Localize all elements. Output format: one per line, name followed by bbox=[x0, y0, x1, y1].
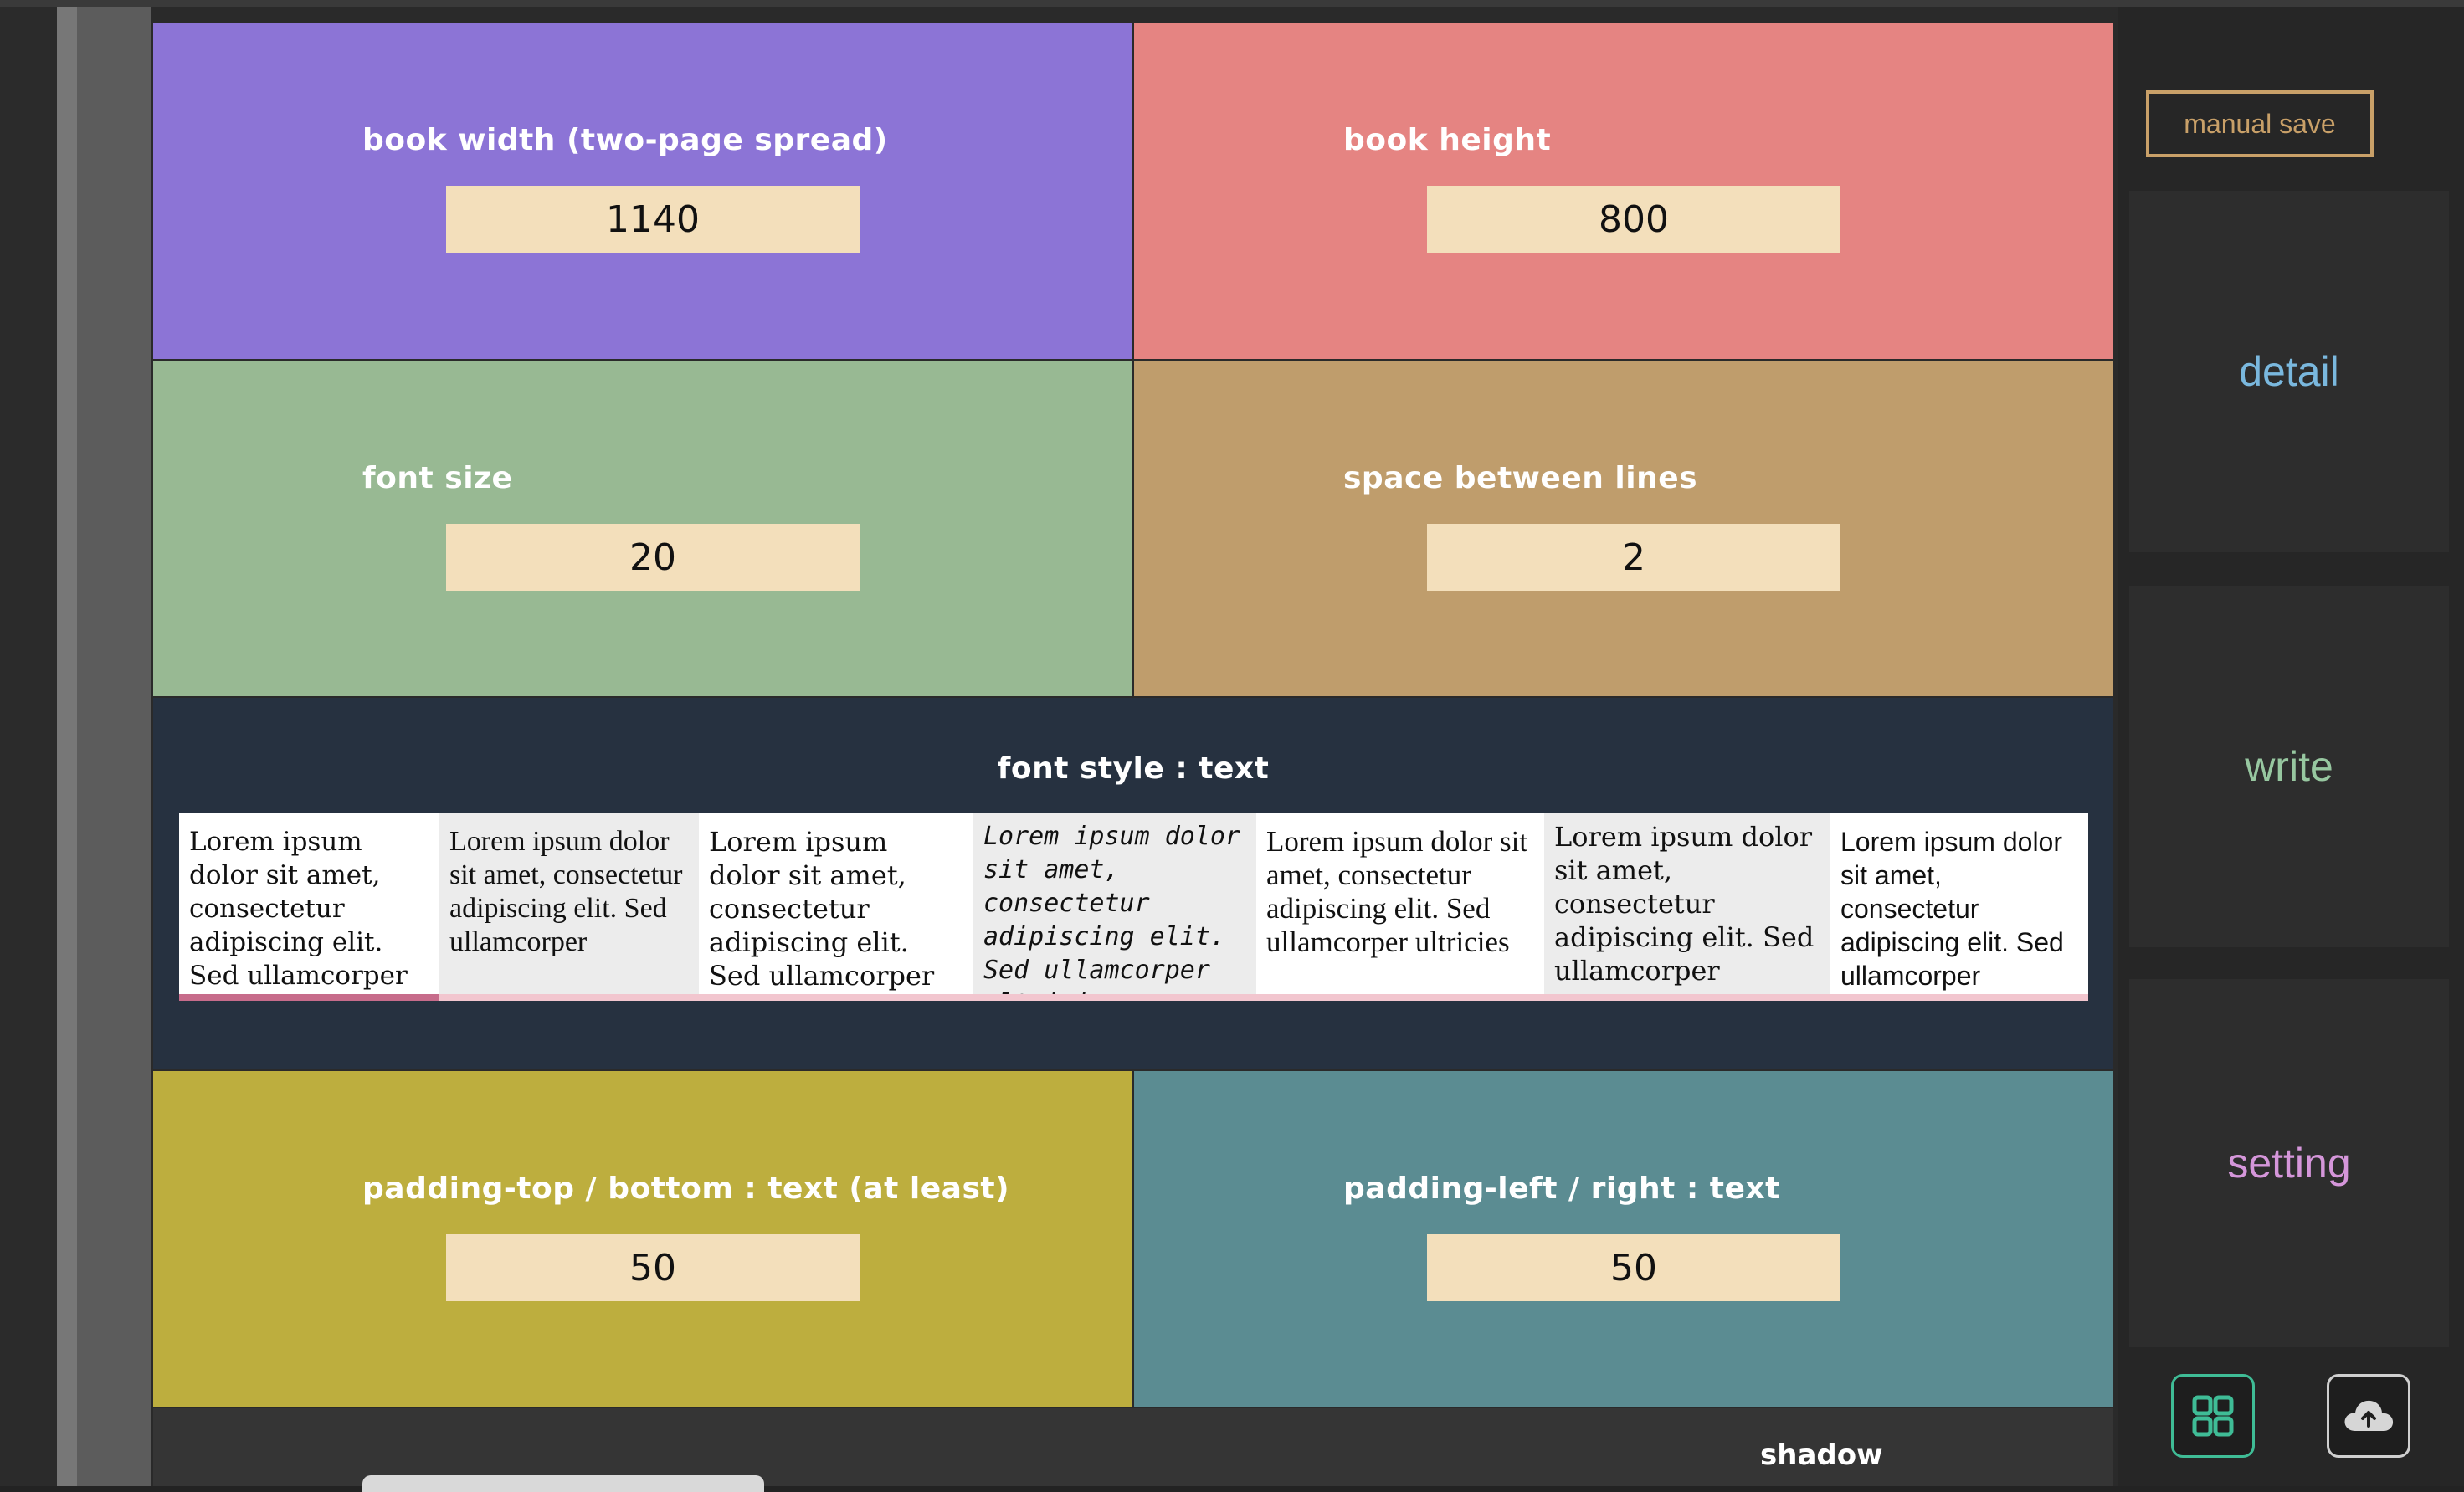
cloud-upload-button[interactable] bbox=[2327, 1374, 2410, 1458]
top-border bbox=[0, 0, 2464, 7]
font-option-text: Lorem ipsum dolor sit amet, consectetur … bbox=[449, 826, 683, 957]
option-underline bbox=[439, 994, 699, 1001]
font-size-input[interactable] bbox=[446, 524, 860, 591]
font-option-4[interactable]: Lorem ipsum dolor sit amet, consectetur … bbox=[973, 813, 1256, 1001]
shadow-label: shadow bbox=[1760, 1438, 1883, 1472]
padding-tb-label: padding-top / bottom : text (at least) bbox=[362, 1172, 1010, 1206]
book-height-panel: book height bbox=[1134, 23, 2113, 359]
side-lane bbox=[77, 7, 151, 1486]
line-space-input[interactable] bbox=[1427, 524, 1840, 591]
font-option-text: Lorem ipsum dolor sit amet, consectetur … bbox=[1266, 825, 1528, 958]
nav-setting[interactable]: setting bbox=[2129, 979, 2449, 1347]
nav-detail[interactable]: detail bbox=[2129, 191, 2449, 552]
font-size-label: font size bbox=[362, 461, 513, 495]
font-option-3[interactable]: Lorem ipsum dolor sit amet, consectetur … bbox=[699, 813, 973, 1001]
font-option-7[interactable]: Lorem ipsum dolor sit amet, consectetur … bbox=[1830, 813, 2088, 1001]
book-height-input[interactable] bbox=[1427, 186, 1840, 253]
book-width-label: book width (two-page spread) bbox=[362, 123, 888, 157]
padding-lr-panel: padding-left / right : text bbox=[1134, 1071, 2113, 1407]
cloud-upload-icon bbox=[2344, 1400, 2394, 1431]
line-space-label: space between lines bbox=[1343, 461, 1698, 495]
font-option-text: Lorem ipsum dolor sit amet, consectetur … bbox=[1840, 827, 2064, 991]
option-underline bbox=[1544, 994, 1830, 1001]
manual-save-button[interactable]: manual save bbox=[2146, 90, 2374, 157]
font-style-options: Lorem ipsum dolor sit amet, consectetur … bbox=[179, 813, 2088, 1001]
font-option-6[interactable]: Lorem ipsum dolor sit amet, consectetur … bbox=[1544, 813, 1830, 1001]
option-underline bbox=[1256, 994, 1544, 1001]
font-option-1[interactable]: Lorem ipsum dolor sit amet, consectetur … bbox=[179, 813, 439, 1001]
option-underline bbox=[699, 994, 973, 1001]
selected-indicator bbox=[179, 994, 439, 1001]
book-width-input[interactable] bbox=[446, 186, 860, 253]
font-option-text: Lorem ipsum dolor sit amet, consectetur … bbox=[1554, 821, 1815, 987]
option-underline bbox=[1830, 994, 2088, 1001]
right-sidebar: manual save detail write setting bbox=[2118, 7, 2464, 1486]
font-style-label: font style : text bbox=[997, 751, 1270, 786]
font-option-text: Lorem ipsum dolor sit amet, consectetur … bbox=[709, 826, 935, 992]
nav-detail-label: detail bbox=[2239, 348, 2339, 395]
font-option-text: Lorem ipsum dolor sit amet, consectetur … bbox=[189, 827, 408, 991]
padding-lr-input[interactable] bbox=[1427, 1234, 1840, 1301]
font-style-panel: font style : text Lorem ipsum dolor sit … bbox=[153, 698, 2113, 1069]
grid-icon bbox=[2192, 1395, 2234, 1437]
left-gutter bbox=[0, 7, 57, 1486]
shadow-panel: shadow bbox=[153, 1408, 2113, 1492]
scrollbar[interactable] bbox=[57, 7, 77, 1486]
shadow-preview[interactable] bbox=[362, 1475, 764, 1492]
padding-tb-panel: padding-top / bottom : text (at least) bbox=[153, 1071, 1132, 1407]
font-option-2[interactable]: Lorem ipsum dolor sit amet, consectetur … bbox=[439, 813, 699, 1001]
nav-setting-label: setting bbox=[2227, 1140, 2351, 1187]
line-space-panel: space between lines bbox=[1134, 361, 2113, 696]
book-height-label: book height bbox=[1343, 123, 1552, 157]
padding-lr-label: padding-left / right : text bbox=[1343, 1172, 1780, 1206]
font-size-panel: font size bbox=[153, 361, 1132, 696]
font-option-5[interactable]: Lorem ipsum dolor sit amet, consectetur … bbox=[1256, 813, 1544, 1001]
book-width-panel: book width (two-page spread) bbox=[153, 23, 1132, 359]
nav-write[interactable]: write bbox=[2129, 586, 2449, 947]
padding-tb-input[interactable] bbox=[446, 1234, 860, 1301]
nav-write-label: write bbox=[2245, 743, 2333, 790]
option-underline bbox=[973, 994, 1256, 1001]
grid-view-button[interactable] bbox=[2171, 1374, 2255, 1458]
font-option-text: Lorem ipsum dolor sit amet, consectetur … bbox=[983, 822, 1241, 1001]
